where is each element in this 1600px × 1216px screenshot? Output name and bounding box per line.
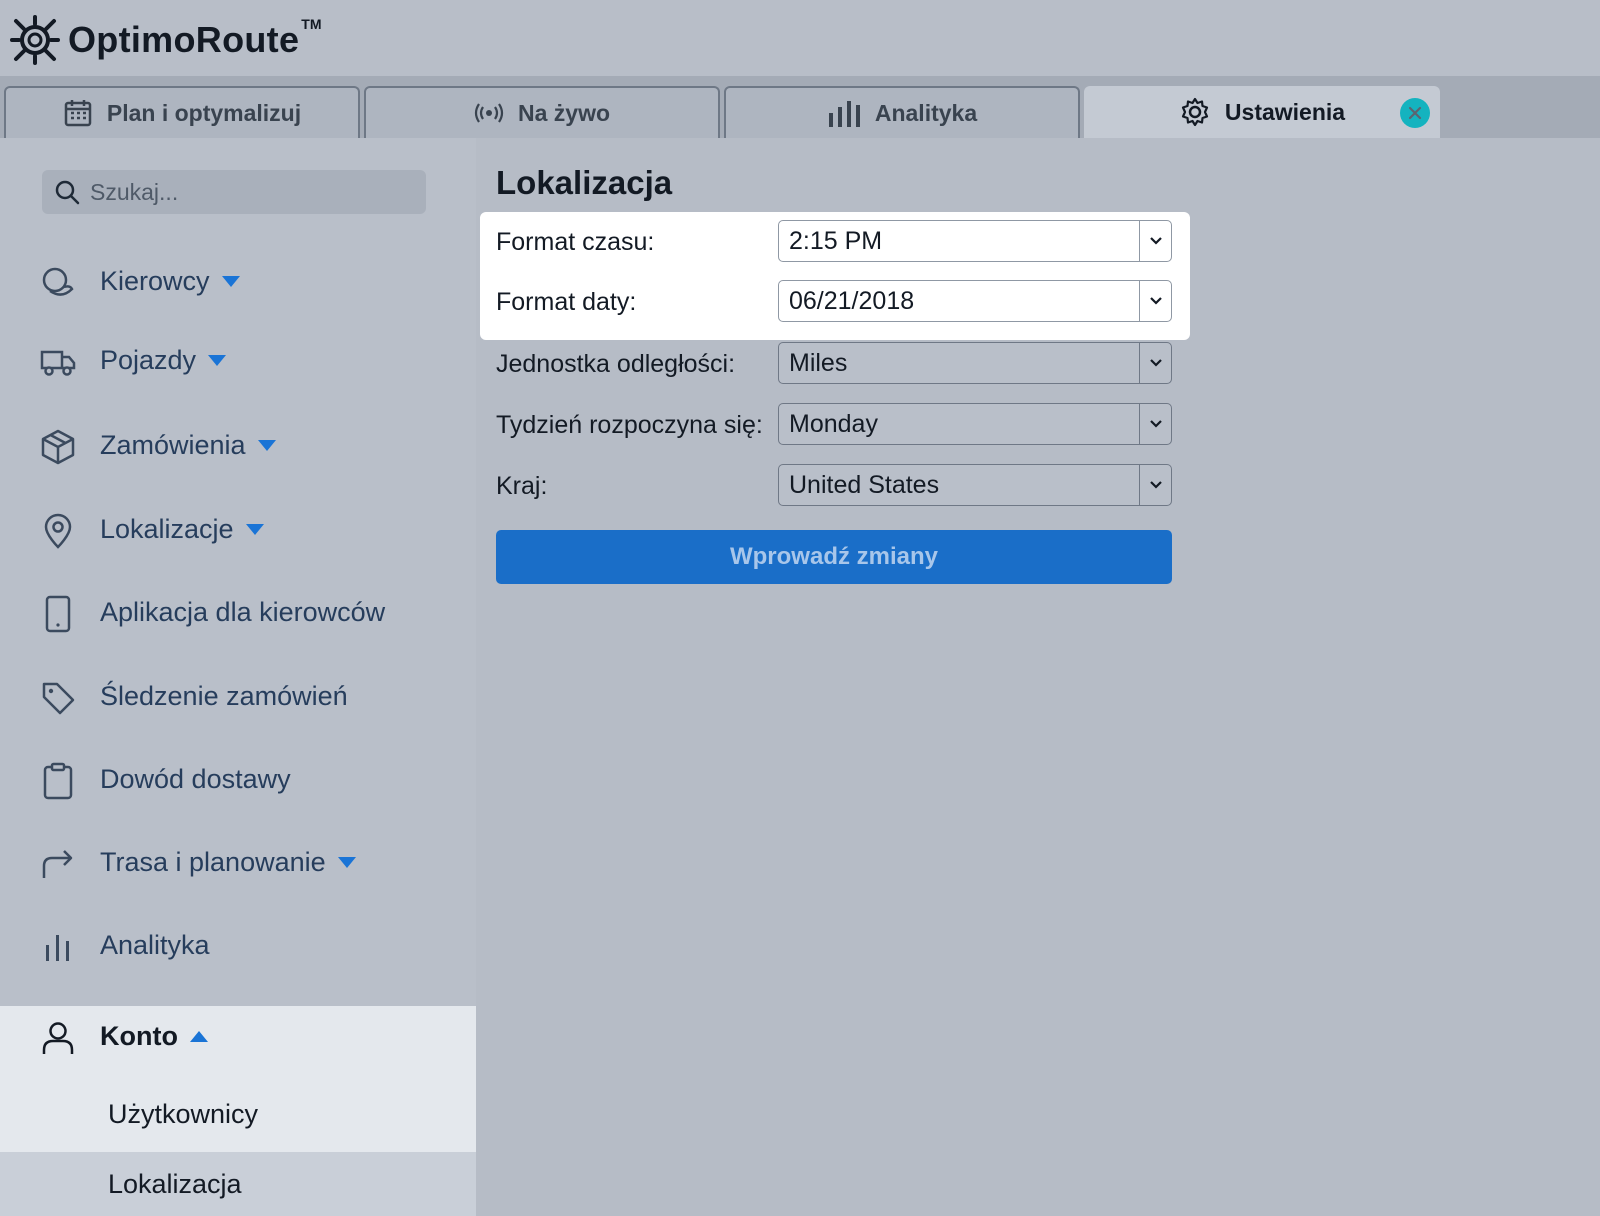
sidebar-item-orders[interactable]: Zamówienia <box>0 415 476 475</box>
sidebar: Kierowcy Pojazdy Zamówienia Lokalizacje … <box>0 138 476 1216</box>
tab-live[interactable]: Na żywo <box>364 86 720 138</box>
logo[interactable]: OptimoRoute TM <box>10 14 322 66</box>
sidebar-subitem-users[interactable]: Użytkownicy <box>0 1082 476 1146</box>
logo-icon <box>10 15 60 65</box>
country-row: Kraj: United States <box>496 464 1176 508</box>
calendar-icon <box>63 98 93 128</box>
search-icon <box>54 179 80 205</box>
sidebar-item-label: Konto <box>100 1020 178 1051</box>
sidebar-item-label: Trasa i planowanie <box>100 846 326 877</box>
chevron-down-icon <box>1139 465 1171 505</box>
caret-down-icon <box>221 275 240 287</box>
bar-chart-icon <box>827 99 861 127</box>
time-format-select[interactable]: 2:15 PM <box>778 220 1172 262</box>
tab-bar: Plan i optymalizuj Na żywo Analityka Ust… <box>0 76 1600 138</box>
tab-label: Plan i optymalizuj <box>106 99 302 126</box>
search-input[interactable] <box>88 177 392 207</box>
sidebar-item-order-tracking[interactable]: Śledzenie zamówień <box>0 666 476 726</box>
tab-label: Analityka <box>874 99 978 126</box>
sidebar-item-label: Dowód dostawy <box>100 763 291 794</box>
app-header: OptimoRoute TM <box>0 0 1600 76</box>
sidebar-item-label: Pojazdy <box>100 344 197 375</box>
account-section: Konto Użytkownicy Lokalizacja <box>0 1006 476 1216</box>
date-format-row: Format daty: 06/21/2018 <box>496 280 1176 324</box>
week-start-row: Tydzień rozpoczyna się: Monday <box>496 403 1176 447</box>
sidebar-item-label: Kierowcy <box>100 265 210 296</box>
tab-settings[interactable]: Ustawienia <box>1084 86 1440 138</box>
sidebar-item-driver-app[interactable]: Aplikacja dla kierowców <box>0 582 476 642</box>
week-start-label: Tydzień rozpoczyna się: <box>496 410 763 439</box>
mobile-icon <box>40 595 76 633</box>
caret-up-icon <box>189 1030 208 1042</box>
country-select[interactable]: United States <box>778 464 1172 506</box>
sidebar-subitem-localization[interactable]: Lokalizacja <box>0 1152 476 1216</box>
user-icon <box>40 1020 76 1056</box>
sidebar-item-label: Zamówienia <box>100 429 246 460</box>
caret-down-icon <box>337 856 356 868</box>
chevron-down-icon <box>1139 404 1171 444</box>
caret-down-icon <box>257 439 276 451</box>
clipboard-icon <box>40 762 76 800</box>
close-icon <box>1408 106 1422 120</box>
drivers-icon <box>40 265 76 301</box>
select-value: 2:15 PM <box>789 226 883 255</box>
tag-icon <box>40 680 76 716</box>
chevron-down-icon <box>1139 221 1171 261</box>
route-arrow-icon <box>40 846 76 882</box>
sidebar-item-label: Analityka <box>100 929 210 960</box>
package-icon <box>40 429 76 465</box>
sidebar-item-label: Śledzenie zamówień <box>100 680 348 711</box>
live-signal-icon <box>474 101 504 125</box>
tab-label: Na żywo <box>517 99 611 126</box>
caret-down-icon <box>208 354 227 366</box>
sidebar-item-proof-of-delivery[interactable]: Dowód dostawy <box>0 749 476 809</box>
date-format-label: Format daty: <box>496 287 637 316</box>
distance-unit-select[interactable]: Miles <box>778 342 1172 384</box>
select-value: 06/21/2018 <box>789 286 915 315</box>
sidebar-item-locations[interactable]: Lokalizacje <box>0 499 476 559</box>
logo-text: OptimoRoute <box>68 19 300 60</box>
apply-changes-button[interactable]: Wprowadź zmiany <box>496 530 1172 584</box>
distance-unit-label: Jednostka odległości: <box>496 349 736 378</box>
gear-icon <box>1179 96 1211 128</box>
sidebar-item-label: Aplikacja dla kierowców <box>100 596 386 627</box>
sidebar-item-label: Lokalizacje <box>100 513 234 544</box>
search-box[interactable] <box>42 170 426 214</box>
chevron-down-icon <box>1139 343 1171 383</box>
tab-plan[interactable]: Plan i optymalizuj <box>4 86 360 138</box>
main-content: Lokalizacja Format czasu: 2:15 PM Format… <box>476 138 1600 1216</box>
bar-chart-icon <box>40 929 76 965</box>
sidebar-item-route-planning[interactable]: Trasa i planowanie <box>0 832 476 892</box>
page-title: Lokalizacja <box>496 164 673 201</box>
select-value: Miles <box>789 348 848 377</box>
sidebar-item-drivers[interactable]: Kierowcy <box>0 251 476 311</box>
caret-down-icon <box>245 523 264 535</box>
sidebar-item-vehicles[interactable]: Pojazdy <box>0 330 476 390</box>
select-value: Monday <box>789 409 878 438</box>
country-label: Kraj: <box>496 471 548 500</box>
time-format-label: Format czasu: <box>496 227 655 256</box>
truck-icon <box>40 344 76 380</box>
distance-unit-row: Jednostka odległości: Miles <box>496 342 1176 386</box>
select-value: United States <box>789 470 940 499</box>
sidebar-subitem-label: Użytkownicy <box>108 1098 259 1129</box>
location-pin-icon <box>40 513 76 549</box>
sidebar-item-account[interactable]: Konto <box>0 1006 476 1066</box>
sidebar-item-analytics[interactable]: Analityka <box>0 915 476 975</box>
time-format-row: Format czasu: 2:15 PM <box>496 220 1176 264</box>
close-tab-button[interactable] <box>1400 98 1430 128</box>
chevron-down-icon <box>1139 281 1171 321</box>
tab-analytics[interactable]: Analityka <box>724 86 1080 138</box>
date-format-select[interactable]: 06/21/2018 <box>778 280 1172 322</box>
logo-trademark: TM <box>301 16 322 32</box>
week-start-select[interactable]: Monday <box>778 403 1172 445</box>
tab-label: Ustawienia <box>1224 98 1346 125</box>
sidebar-subitem-label: Lokalizacja <box>108 1168 242 1199</box>
